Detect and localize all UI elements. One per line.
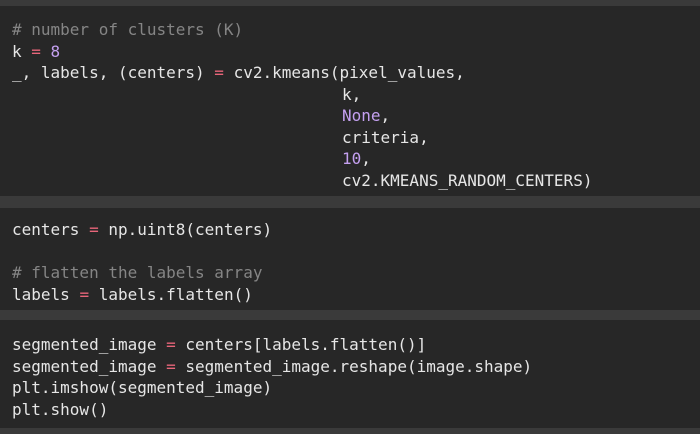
code-operator: = bbox=[79, 284, 90, 304]
code-token: segmented_image bbox=[12, 335, 167, 354]
code-cell-kmeans[interactable]: # number of clusters (K) k = 8 _, labels, … bbox=[0, 6, 700, 196]
code-comment: # number of clusters (K) bbox=[12, 20, 244, 39]
code-line: k, bbox=[12, 84, 700, 106]
code-comment: # flatten the labels array bbox=[12, 263, 263, 282]
code-line: centers = np.uint8(centers) bbox=[12, 219, 700, 241]
code-operator: = bbox=[31, 41, 41, 61]
code-token: segmented_image.reshape(image.shape) bbox=[175, 356, 533, 376]
code-token: criteria, bbox=[342, 127, 429, 147]
code-token: centers bbox=[12, 220, 90, 239]
code-token: k bbox=[12, 41, 32, 61]
code-line: _, labels, (centers) = cv2.kmeans(pixel_… bbox=[12, 62, 700, 84]
code-line: plt.show() bbox=[12, 399, 700, 421]
code-line: cv2.KMEANS_RANDOM_CENTERS) bbox=[12, 170, 700, 192]
code-line: 10, bbox=[12, 148, 700, 170]
code-cell-centers[interactable]: centers = np.uint8(centers) # flatten the… bbox=[0, 208, 700, 310]
code-token: cv2.kmeans(pixel_values, bbox=[223, 63, 465, 82]
code-line: # flatten the labels array bbox=[12, 262, 700, 284]
code-token: , bbox=[361, 149, 371, 168]
code-token: plt.imshow(segmented_image) bbox=[12, 378, 273, 397]
code-literal: None bbox=[342, 106, 381, 125]
notebook: # number of clusters (K) k = 8 _, labels, … bbox=[0, 0, 700, 434]
code-token: centers[labels.flatten()] bbox=[175, 335, 427, 354]
code-token: cv2.KMEANS_RANDOM_CENTERS) bbox=[342, 170, 593, 190]
code-token: segmented_image bbox=[12, 356, 167, 376]
code-line: criteria, bbox=[12, 127, 700, 149]
code-token: k, bbox=[342, 84, 362, 104]
code-token: , bbox=[380, 106, 391, 125]
code-line: k = 8 bbox=[12, 41, 700, 63]
code-operator: = bbox=[166, 356, 176, 376]
code-literal: 8 bbox=[50, 41, 61, 61]
code-line: labels = labels.flatten() bbox=[12, 284, 700, 306]
code-line: None, bbox=[12, 105, 700, 127]
code-operator: = bbox=[89, 220, 99, 239]
code-cell-segmented-image[interactable]: segmented_image = centers[labels.flatten… bbox=[0, 320, 700, 428]
code-token: np.uint8(centers) bbox=[98, 220, 273, 239]
code-operator: = bbox=[166, 335, 176, 354]
code-literal: 10 bbox=[342, 149, 362, 168]
code-token: plt.show() bbox=[12, 399, 109, 419]
code-operator: = bbox=[214, 63, 224, 82]
code-token: _, labels, (centers) bbox=[12, 63, 215, 82]
code-line: segmented_image = segmented_image.reshap… bbox=[12, 356, 700, 378]
code-token: labels.flatten() bbox=[89, 284, 253, 304]
code-token: labels bbox=[12, 284, 80, 304]
code-line: # number of clusters (K) bbox=[12, 19, 700, 41]
code-line: plt.imshow(segmented_image) bbox=[12, 377, 700, 399]
code-line: segmented_image = centers[labels.flatten… bbox=[12, 334, 700, 356]
